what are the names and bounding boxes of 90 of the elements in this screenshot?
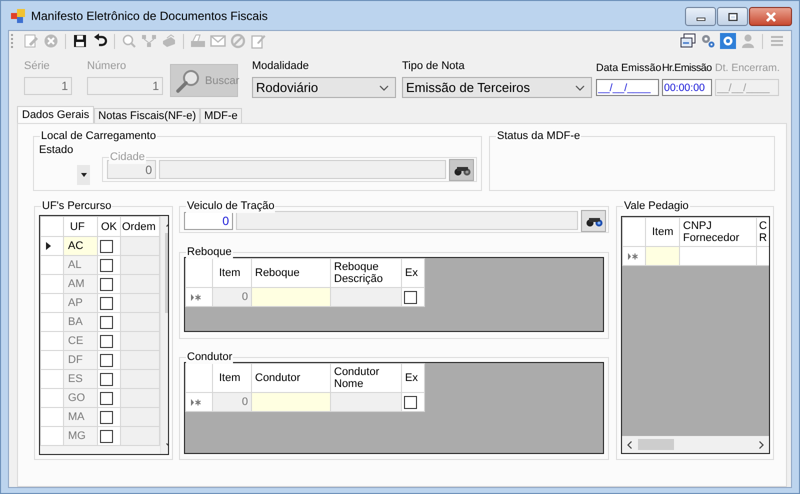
column-header[interactable]: Ex: [402, 364, 424, 392]
checkbox[interactable]: [100, 240, 113, 252]
field-label: Modalidade: [252, 60, 310, 73]
column-header[interactable]: Item: [212, 364, 252, 392]
column-header[interactable]: OK: [98, 216, 120, 236]
column-header[interactable]: Item: [646, 218, 680, 246]
table-cell: 0: [212, 288, 252, 306]
group-title: Reboque: [186, 246, 233, 259]
field-label: Hr.Emissão: [662, 62, 712, 75]
table-cell: 0: [212, 392, 252, 412]
group-title: Local de Carregamento: [40, 130, 157, 143]
close-icon: [764, 12, 776, 22]
tab[interactable]: Notas Fiscais(NF-e): [94, 108, 200, 123]
table-cell[interactable]: GO: [64, 388, 98, 408]
column-header[interactable]: Reboque Descrição: [330, 258, 402, 288]
checkbox[interactable]: [100, 296, 113, 310]
grid-cell[interactable]: [680, 246, 756, 266]
checkbox[interactable]: [100, 372, 113, 386]
checkbox[interactable]: [100, 316, 113, 328]
field-label: Número: [87, 60, 128, 73]
scroll-right-icon[interactable]: [759, 440, 764, 448]
note-type-dropdown[interactable]: Emissão de Terceiros: [402, 77, 592, 98]
checkbox[interactable]: [100, 410, 113, 424]
lookup-button[interactable]: [581, 210, 606, 232]
column-header[interactable]: Condutor: [252, 364, 330, 392]
table-cell[interactable]: MG: [64, 426, 98, 446]
grid-cell[interactable]: [646, 246, 680, 266]
table-cell[interactable]: AM: [64, 274, 98, 294]
checkbox[interactable]: [100, 430, 113, 442]
time-field[interactable]: 00:00:00: [662, 79, 712, 96]
table-cell[interactable]: MA: [64, 408, 98, 426]
checkbox[interactable]: [100, 258, 113, 272]
magnifier-icon: [175, 68, 201, 94]
save-icon[interactable]: [72, 33, 88, 49]
column-header[interactable]: Item: [212, 258, 252, 288]
help-icon[interactable]: [720, 33, 736, 49]
close-button[interactable]: [749, 7, 792, 26]
table-cell[interactable]: AP: [64, 294, 98, 312]
date-field[interactable]: __/__/____: [596, 79, 659, 96]
window-title: Manifesto Eletrônico de Documentos Fiscais: [31, 8, 268, 22]
tab[interactable]: Dados Gerais: [17, 106, 94, 123]
table-cell[interactable]: CE: [64, 332, 98, 350]
table-cell[interactable]: AC: [64, 236, 98, 256]
column-header[interactable]: Condutor Nome: [330, 364, 402, 392]
caret-icon: [80, 173, 86, 177]
column-header[interactable]: UF: [64, 216, 98, 236]
windows-icon[interactable]: [680, 33, 696, 49]
checkbox[interactable]: [100, 354, 113, 366]
group-title: Condutor: [186, 351, 234, 364]
mode-dropdown[interactable]: Rodoviário: [252, 77, 396, 98]
gears-icon[interactable]: [700, 33, 716, 49]
checkbox[interactable]: [100, 334, 113, 348]
scroll-left-icon[interactable]: [627, 440, 632, 448]
column-header[interactable]: Ordem: [120, 216, 160, 236]
checkbox[interactable]: [404, 396, 417, 408]
maximize-button[interactable]: [717, 7, 748, 26]
new-row-icon: [191, 294, 202, 300]
vehicle-code-field[interactable]: 0: [184, 212, 233, 230]
new-row-icon: [628, 252, 639, 260]
checkbox[interactable]: [100, 392, 113, 404]
group-title: Vale Pedagio: [623, 200, 690, 213]
tab[interactable]: MDF-e: [200, 108, 242, 123]
column-header[interactable]: CNPJ Fornecedor: [680, 218, 756, 246]
column-header[interactable]: Reboque: [252, 258, 330, 288]
table-cell[interactable]: BA: [64, 312, 98, 332]
grid-cell[interactable]: [252, 288, 330, 306]
field-label: Série: [24, 60, 51, 73]
undo-icon[interactable]: [92, 33, 108, 49]
minimize-button[interactable]: [685, 7, 716, 26]
field-label: Tipo de Nota: [402, 60, 466, 73]
new-row-icon: [191, 398, 202, 406]
lookup-button[interactable]: [449, 158, 474, 180]
table-cell[interactable]: DF: [64, 350, 98, 370]
maximize-icon: [728, 12, 738, 20]
horizontal-scrollbar[interactable]: [622, 436, 769, 453]
checkbox[interactable]: [100, 278, 113, 290]
column-header[interactable]: Ex: [402, 258, 424, 288]
table-cell[interactable]: ES: [64, 370, 98, 388]
chevron-down-icon: [575, 84, 585, 90]
row-pointer-icon: [46, 242, 51, 250]
field-label: Dt. Encerram.: [715, 62, 779, 75]
chevron-down-icon: [379, 84, 389, 90]
column-header[interactable]: C R: [756, 218, 769, 246]
grid-cell[interactable]: [252, 392, 330, 412]
field-label: Estado: [39, 144, 74, 157]
app-icon: [11, 8, 25, 22]
state-dropdown[interactable]: [77, 165, 90, 185]
checkbox[interactable]: [404, 290, 417, 304]
field-label: Data Emissão: [596, 62, 659, 75]
table-cell[interactable]: AL: [64, 256, 98, 274]
